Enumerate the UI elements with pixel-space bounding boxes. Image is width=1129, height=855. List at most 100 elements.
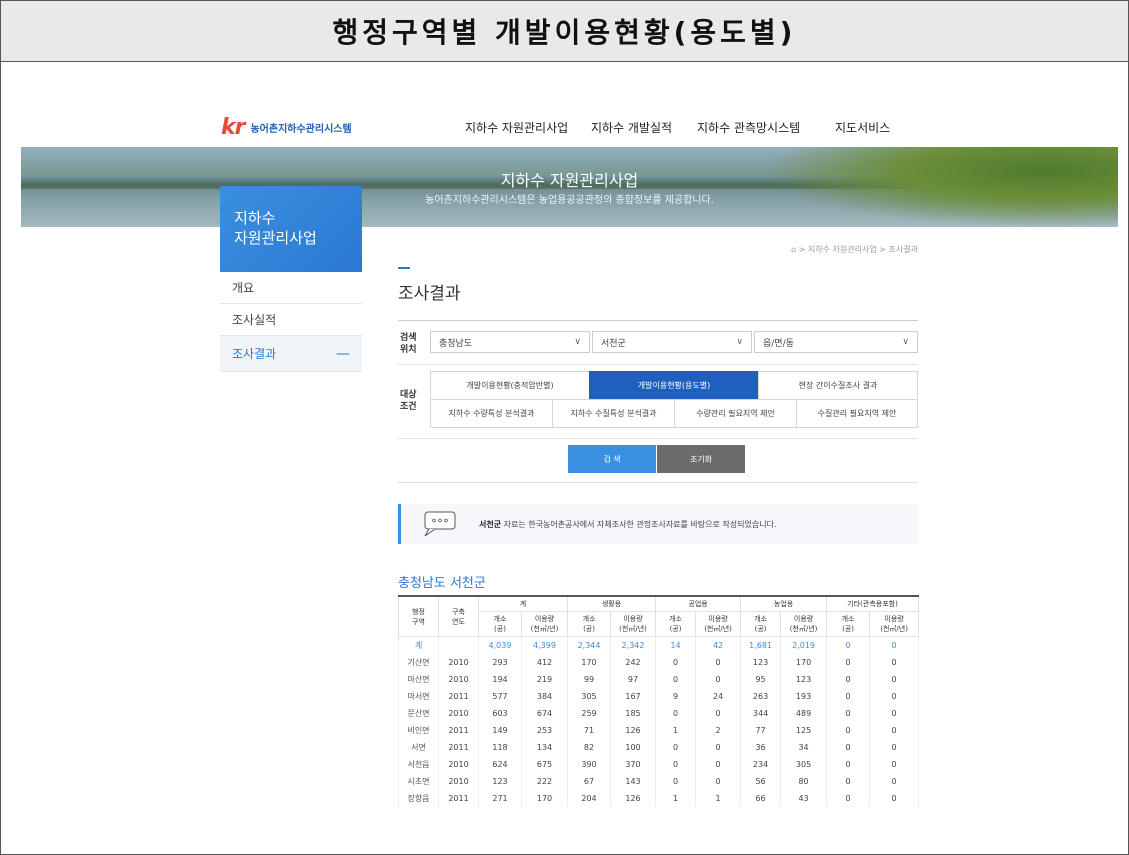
gnb-item-resource[interactable]: 지하수 자원관리사업 xyxy=(465,119,568,136)
gnb-item-development[interactable]: 지하수 개발실적 xyxy=(591,119,672,136)
table-cell: 4,399 xyxy=(520,636,569,654)
table-cell: 시초면 xyxy=(398,772,439,790)
table-cell: 0 xyxy=(655,755,697,773)
table-cell: 194 xyxy=(478,670,522,688)
table-cell: 0 xyxy=(826,772,871,790)
table-cell: 2,342 xyxy=(610,636,657,654)
frame-title-bar: 행정구역별 개발이용현황(용도별) xyxy=(1,1,1128,62)
gnb-item-map[interactable]: 지도서비스 xyxy=(835,119,890,136)
chevron-down-icon: ∨ xyxy=(736,337,743,347)
side-menu-survey-results[interactable]: 조사결과 — xyxy=(220,336,362,372)
side-menu-label: 개요 xyxy=(232,281,255,295)
side-section-box: 지하수 자원관리사업 xyxy=(220,186,362,272)
region-title: 충청남도 서천군 xyxy=(398,576,486,591)
table-cell: 263 xyxy=(740,687,782,705)
header-group-other: 기타(관측용포함) xyxy=(826,595,920,612)
province-select[interactable]: 충청남도 ∨ xyxy=(430,331,590,353)
gnb-item-monitoring[interactable]: 지하수 관측망시스템 xyxy=(697,119,800,136)
header-group-agricultural: 농업용 xyxy=(740,595,828,612)
divider xyxy=(398,364,918,365)
table-cell: 219 xyxy=(520,670,569,688)
table-cell: 2011 xyxy=(438,738,479,756)
table-cell: 계 xyxy=(398,636,439,654)
table-cell: 14 xyxy=(655,636,697,654)
table-cell: 577 xyxy=(478,687,522,705)
province-value: 충청남도 xyxy=(439,338,473,349)
header-usage: 이용량 (천㎥/년) xyxy=(695,611,742,637)
site-logo[interactable]: kr 농어촌지하수관리시스템 xyxy=(221,115,352,140)
reset-button[interactable]: 초기화 xyxy=(657,445,745,473)
logo-mark-text: kr xyxy=(221,115,246,140)
tab-quality-management[interactable]: 수질관리 필요지역 제안 xyxy=(796,399,918,428)
table-cell: 170 xyxy=(520,789,569,807)
table-cell: 100 xyxy=(610,738,657,756)
table-cell: 장항읍 xyxy=(398,789,439,807)
header-count: 개소 (공) xyxy=(478,611,522,637)
county-select[interactable]: 서천군 ∨ xyxy=(592,331,752,353)
header-usage: 이용량 (천㎥/년) xyxy=(520,611,569,637)
tab-development-by-use[interactable]: 개발이용현황(용도별) xyxy=(589,371,759,400)
table-cell: 1 xyxy=(655,721,697,739)
table-cell: 126 xyxy=(610,721,657,739)
table-cell: 0 xyxy=(869,772,920,790)
table-cell: 384 xyxy=(520,687,569,705)
notice-region: 서천군 xyxy=(479,519,502,529)
table-cell: 603 xyxy=(478,704,522,722)
table-cell: 126 xyxy=(610,789,657,807)
table-cell: 0 xyxy=(655,653,697,671)
table-cell: 0 xyxy=(695,653,742,671)
table-cell: 185 xyxy=(610,704,657,722)
search-button[interactable]: 검 색 xyxy=(568,445,656,473)
table-cell: 1 xyxy=(695,789,742,807)
tab-quantity-analysis[interactable]: 지하수 수량특성 분석결과 xyxy=(430,399,553,428)
side-menu-overview[interactable]: 개요 xyxy=(220,272,362,304)
table-cell xyxy=(438,636,479,654)
table-row: 서천읍 2010 624 675 390 370 0 0 234 305 0 0 xyxy=(398,755,920,773)
table-cell: 242 xyxy=(610,653,657,671)
banner-subtitle: 농어촌지하수관리시스템은 농업용공공관정의 종합정보를 제공합니다. xyxy=(425,195,714,206)
tab-development-by-aquifer[interactable]: 개발이용현황(충적암반별) xyxy=(430,371,590,400)
table-cell: 370 xyxy=(610,755,657,773)
table-cell: 0 xyxy=(695,670,742,688)
table-cell: 167 xyxy=(610,687,657,705)
usage-table: 행정 구역 구축 연도 계 생활용 공업용 농업용 기타(관측용포함) 개소 (… xyxy=(398,595,920,807)
table-cell: 123 xyxy=(478,772,522,790)
condition-label: 대상 조건 xyxy=(400,389,417,413)
table-cell: 2,344 xyxy=(567,636,612,654)
table-cell: 0 xyxy=(869,721,920,739)
table-cell: 123 xyxy=(780,670,828,688)
table-cell: 2011 xyxy=(438,789,479,807)
town-select[interactable]: 읍/면/동 ∨ xyxy=(754,331,918,353)
table-cell: 0 xyxy=(695,755,742,773)
header-usage: 이용량 (천㎥/년) xyxy=(780,611,828,637)
table-cell: 234 xyxy=(740,755,782,773)
tab-quantity-management[interactable]: 수량관리 필요지역 제안 xyxy=(674,399,797,428)
table-cell: 0 xyxy=(869,755,920,773)
table-row: 마서면 2011 577 384 305 167 9 24 263 193 0 0 xyxy=(398,687,920,705)
table-cell: 123 xyxy=(740,653,782,671)
table-cell: 66 xyxy=(740,789,782,807)
header-group-total: 계 xyxy=(477,595,569,612)
header-usage: 이용량 (천㎥/년) xyxy=(869,611,920,637)
table-cell: 2011 xyxy=(438,687,479,705)
table-cell: 674 xyxy=(520,704,569,722)
breadcrumb: ⌂ > 지하수 자원관리사업 > 조사결과 xyxy=(791,245,918,254)
table-row: 비인면 2011 149 253 71 126 1 2 77 125 0 0 xyxy=(398,721,920,739)
logo-text: 농어촌지하수관리시스템 xyxy=(250,124,352,135)
tab-field-water-quality[interactable]: 현장 간이수질조사 결과 xyxy=(758,371,918,400)
table-cell: 기산면 xyxy=(398,653,439,671)
table-cell: 259 xyxy=(567,704,612,722)
header-group-domestic: 생활용 xyxy=(567,595,657,612)
table-cell: 2 xyxy=(695,721,742,739)
table-cell: 비인면 xyxy=(398,721,439,739)
side-menu-survey-records[interactable]: 조사실적 xyxy=(220,304,362,336)
table-cell: 149 xyxy=(478,721,522,739)
logo-mark: kr xyxy=(221,115,246,140)
table-cell: 서면 xyxy=(398,738,439,756)
tab-quality-analysis[interactable]: 지하수 수질특성 분석결과 xyxy=(552,399,675,428)
table-cell: 0 xyxy=(869,687,920,705)
table-cell: 170 xyxy=(780,653,828,671)
minus-icon: — xyxy=(336,345,350,362)
county-value: 서천군 xyxy=(601,338,626,349)
table-cell: 0 xyxy=(826,670,871,688)
